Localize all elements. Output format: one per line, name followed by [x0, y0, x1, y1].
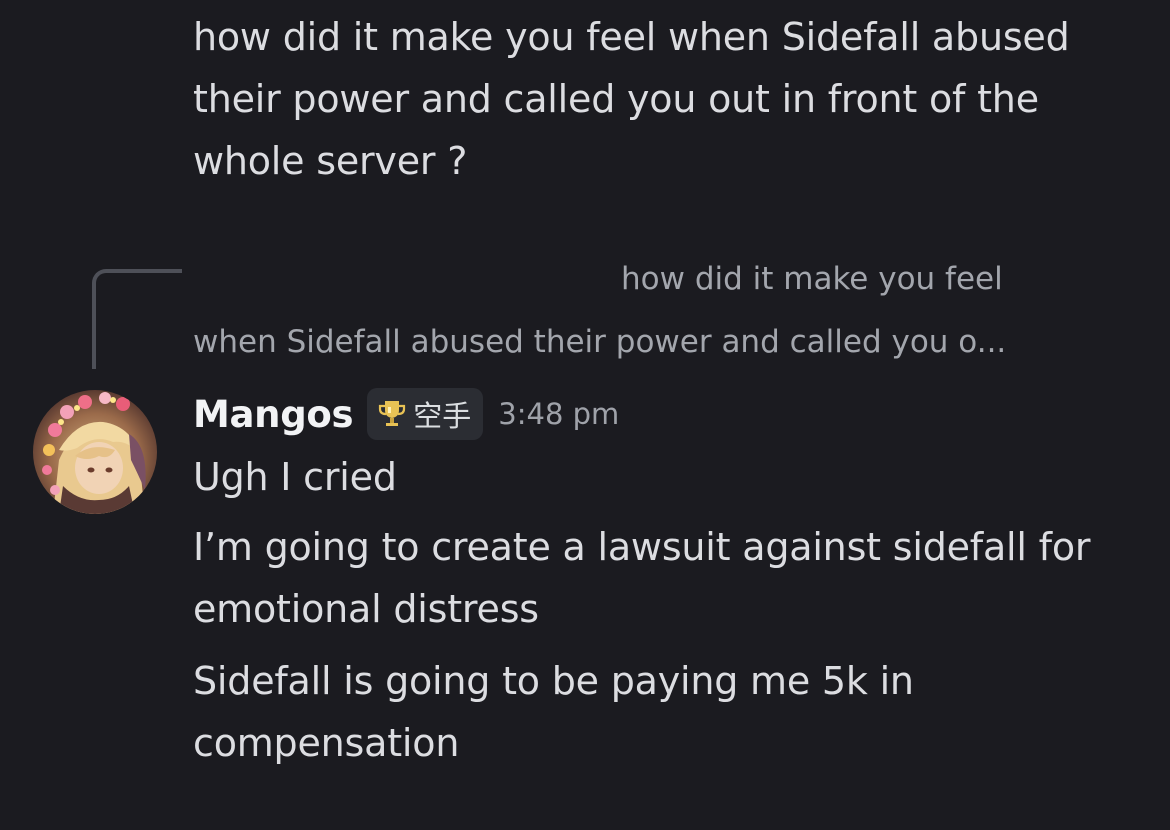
reply-author-redacted	[193, 271, 621, 291]
message-list: Ugh I cried I’m going to create a lawsui…	[193, 446, 1153, 784]
reply-preview[interactable]: how did it make you feel when Sidefall a…	[193, 248, 1153, 374]
avatar[interactable]	[33, 390, 157, 514]
username[interactable]: Mangos	[193, 393, 354, 436]
trophy-icon	[379, 401, 406, 426]
server-tag-label: 空手	[413, 399, 472, 433]
reply-preview-text-line2: when Sidefall abused their power and cal…	[193, 324, 1007, 360]
chat-view: how did it make you feel when Sidefall a…	[0, 0, 1170, 830]
avatar-image	[33, 390, 157, 514]
message-text[interactable]: Ugh I cried	[193, 446, 1153, 508]
server-tag-badge[interactable]: 空手	[367, 388, 484, 440]
reply-preview-text-line1: how did it make you feel	[621, 261, 1003, 297]
message-text[interactable]: I’m going to create a lawsuit against si…	[193, 516, 1153, 640]
message-timestamp[interactable]: 3:48 pm	[498, 397, 619, 431]
message-text[interactable]: Sidefall is going to be paying me 5k in …	[193, 650, 1153, 774]
reply-connector-line	[92, 269, 182, 369]
message-header: Mangos 空手 3:48 pm	[193, 386, 619, 442]
previous-message-text[interactable]: how did it make you feel when Sidefall a…	[193, 6, 1153, 192]
